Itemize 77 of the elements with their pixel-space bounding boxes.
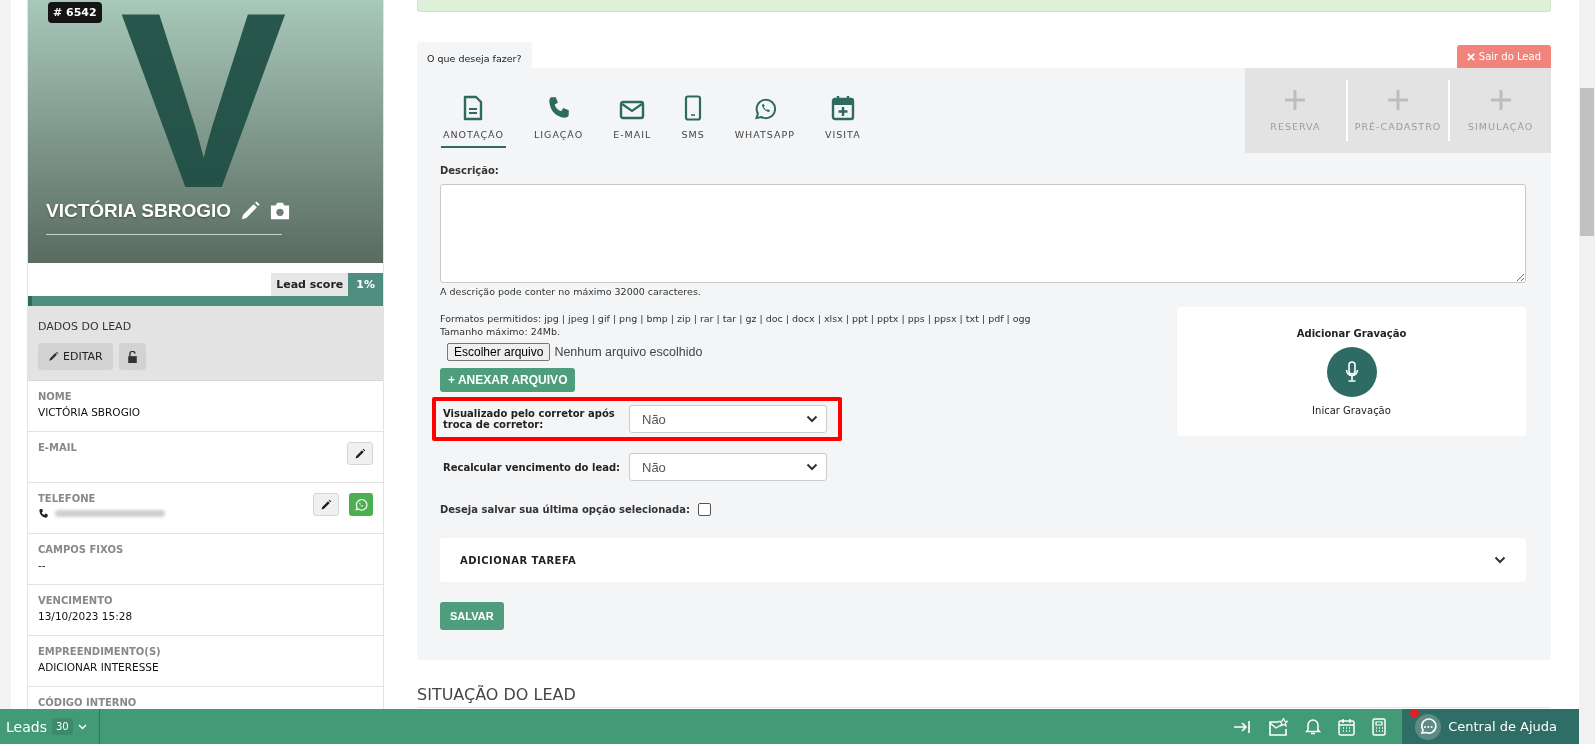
description-hint: A descrição pode conter no máximo 32000 caracteres. — [440, 286, 702, 297]
help-center-button[interactable]: Central de Ajuda — [1402, 709, 1579, 744]
close-icon — [1466, 52, 1475, 61]
section-title: DADOS DO LEAD — [38, 320, 133, 333]
pencil-icon — [320, 498, 332, 511]
lock-button[interactable] — [118, 343, 146, 370]
lead-score-label: Lead score — [271, 273, 349, 296]
edit-button[interactable] — [347, 442, 373, 465]
camera-icon[interactable] — [269, 201, 292, 221]
arrow-to-line-icon[interactable] — [1233, 719, 1252, 734]
max-size-text: Tamanho máximo: 24Mb. — [440, 326, 561, 337]
chevron-down-icon — [806, 463, 818, 471]
field-label: EMPREENDIMENTO(S) — [38, 646, 161, 657]
scrollbar[interactable] — [1579, 0, 1595, 744]
select-field[interactable]: Não — [629, 453, 827, 481]
select-label: Recalcular vencimento do lead: — [443, 461, 621, 473]
chat-bubble-icon — [1414, 712, 1443, 741]
envelope-icon — [619, 99, 646, 121]
leads-label: Leads — [6, 718, 47, 735]
envelope-star-icon[interactable] — [1268, 717, 1289, 736]
activity-tab[interactable]: VISITA — [822, 90, 863, 148]
checkbox-label: Deseja salvar sua última opção selecionada: — [440, 504, 690, 515]
field-label: E-MAIL — [38, 442, 77, 453]
recording-caption: Inicar Gravação — [1312, 404, 1391, 416]
allowed-formats-text: Formatos permitidos: jpg | jpeg | gif | png | bmp | zip | rar | tar | gz | doc | docx | xlsx | ppt | pptx | pps | ppsx | txt | pdf | ogg — [440, 313, 1031, 324]
choose-file-button[interactable]: Escolher arquivo — [447, 343, 551, 361]
plus-icon — [1387, 89, 1409, 111]
plus-icon — [1284, 89, 1307, 111]
section-heading: SITUAÇÃO DO LEAD — [417, 685, 576, 704]
lock-icon — [126, 350, 138, 363]
lead-id-badge: # 6542 — [48, 2, 102, 23]
lead-score-value: 1% — [348, 273, 383, 296]
file-status: Nenhum arquivo escolhido — [554, 345, 703, 359]
bell-icon[interactable] — [1305, 718, 1322, 735]
field-label: CAMPOS FIXOS — [38, 544, 124, 555]
microphone-icon — [1344, 360, 1359, 383]
whatsapp-icon — [354, 497, 368, 512]
leads-count: 30 — [51, 718, 73, 735]
chevron-down-icon — [806, 415, 818, 423]
pencil-icon — [354, 447, 366, 460]
field-value: 13/10/2023 15:28 — [38, 610, 133, 622]
mobile-phone-icon — [684, 95, 703, 121]
pencil-icon[interactable] — [239, 200, 262, 222]
checkbox[interactable] — [698, 503, 711, 516]
whatsapp-button[interactable] — [349, 493, 373, 516]
calendar-plus-icon — [830, 95, 855, 121]
task-section[interactable]: ADICIONAR TAREFA — [440, 538, 1526, 582]
field-label: NOME — [38, 391, 73, 402]
edit-button[interactable] — [313, 493, 339, 516]
document-icon — [462, 95, 485, 121]
activity-tab[interactable]: ANOTAÇÃO — [441, 90, 506, 148]
field-value: VICTÓRIA SBROGIO — [38, 406, 141, 418]
field-label: CÓDIGO INTERNO — [38, 697, 137, 708]
calculator-icon[interactable] — [1372, 717, 1387, 736]
recording-title: Adicionar Gravação — [1296, 327, 1407, 339]
field-label: TELEFONE — [38, 493, 97, 504]
calendar-icon[interactable] — [1338, 717, 1356, 736]
whatsapp-icon — [752, 97, 777, 121]
chevron-icon — [1494, 556, 1506, 564]
activity-tab[interactable]: SMS — [679, 90, 707, 148]
pencil-icon — [48, 351, 59, 362]
field-value: ADICIONAR INTERESSE — [38, 661, 160, 673]
select-label: Visualizado pelo corretor após troca de corretor: — [443, 408, 616, 430]
phone-icon — [38, 508, 49, 519]
field-value: -- — [38, 559, 47, 571]
avatar-initial: V — [120, 8, 287, 190]
description-label: Descrição: — [440, 165, 500, 176]
field-label: VENCIMENTO — [38, 595, 114, 606]
edit-button[interactable]: EDITAR — [38, 343, 113, 370]
activity-tab[interactable]: WHATSAPP — [732, 90, 797, 148]
plus-icon — [1489, 89, 1512, 111]
lead-name: VICTÓRIA SBROGIO — [46, 200, 232, 222]
description-field[interactable] — [440, 184, 1526, 283]
chevron-down-icon[interactable] — [77, 723, 87, 730]
activity-tab[interactable]: LIGAÇÃO — [531, 90, 586, 148]
activity-tab[interactable]: E-MAIL — [611, 90, 654, 148]
select-field[interactable]: Não — [629, 405, 827, 433]
